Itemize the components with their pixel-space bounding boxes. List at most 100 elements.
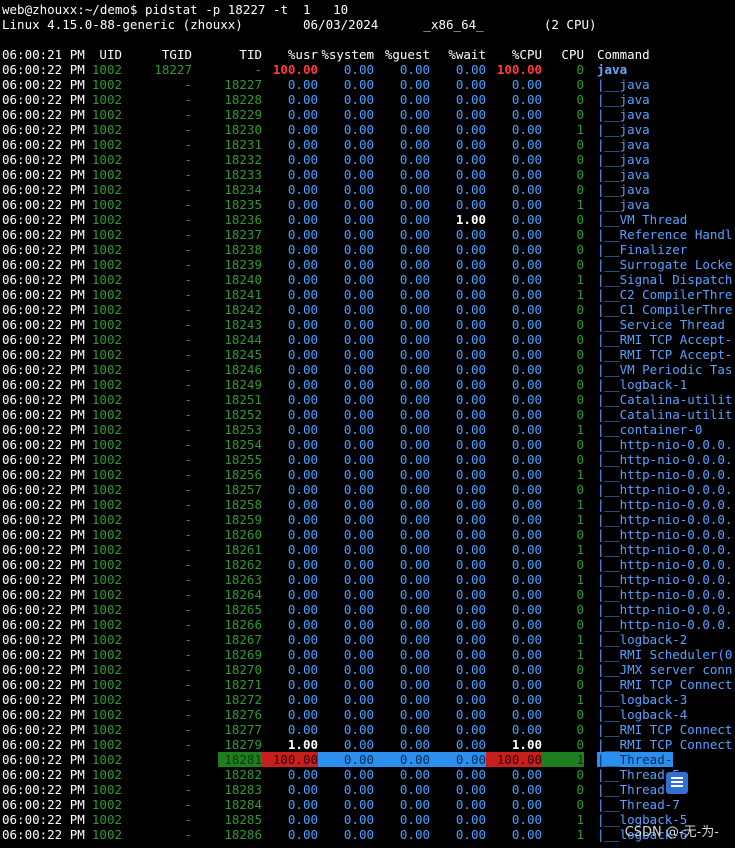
cell-command: |__RMI Scheduler(0 <box>597 647 733 662</box>
cell-system: 0.00 <box>343 497 374 512</box>
table-row: 06:00:22 PM 1002 - 18230 0.00 0.00 0.00 0.00 0.0… <box>0 122 735 137</box>
cell-pcpu: 0.00 <box>511 107 542 122</box>
cell-usr: 0.00 <box>287 707 318 722</box>
cell-usr: 0.00 <box>287 272 318 287</box>
cell-wait: 0.00 <box>455 467 486 482</box>
cell-guest: 0.00 <box>399 707 430 722</box>
header-usr: %usr <box>287 47 318 62</box>
cell-wait: 0.00 <box>455 512 486 527</box>
cell-command: |__java <box>597 152 650 167</box>
cell-tgid: - <box>184 77 192 92</box>
cell-tgid: - <box>184 257 192 272</box>
cell-time: 06:00:22 PM <box>2 197 85 212</box>
cell-command: |__java <box>597 197 650 212</box>
table-row: 06:00:22 PM 1002 - 18237 0.00 0.00 0.00 0.00 0.0… <box>0 227 735 242</box>
cell-cpu: 0 <box>576 167 584 182</box>
cell-cpu: 0 <box>576 527 584 542</box>
cell-guest: 0.00 <box>399 467 430 482</box>
cell-tgid: - <box>184 827 192 842</box>
header-command: Command <box>597 47 650 62</box>
cell-guest: 0.00 <box>399 242 430 257</box>
cell-tgid: - <box>184 587 192 602</box>
cell-pcpu: 0.00 <box>511 197 542 212</box>
cell-tid: 18245 <box>224 347 262 362</box>
cell-tid: 18267 <box>224 632 262 647</box>
cell-uid: 1002 <box>91 272 122 287</box>
cell-pcpu: 0.00 <box>511 227 542 242</box>
cell-system: 0.00 <box>343 782 374 797</box>
cell-tgid: - <box>184 722 192 737</box>
cell-tid: 18285 <box>224 812 262 827</box>
cell-tid: 18264 <box>224 587 262 602</box>
cell-system: 0.00 <box>343 482 374 497</box>
cell-cpu: 0 <box>576 347 584 362</box>
cell-tid: 18236 <box>224 212 262 227</box>
cell-wait: 0.00 <box>455 542 486 557</box>
cell-tgid: - <box>184 512 192 527</box>
table-row: 06:00:22 PM 1002 - 18266 0.00 0.00 0.00 0.00 0.0… <box>0 617 735 632</box>
cell-usr: 0.00 <box>287 137 318 152</box>
cell-pcpu: 0.00 <box>511 677 542 692</box>
cell-time: 06:00:22 PM <box>2 62 85 77</box>
cell-uid: 1002 <box>91 167 122 182</box>
cell-command: |__Thread-4 <box>597 752 673 767</box>
cell-system: 0.00 <box>343 692 374 707</box>
cell-time: 06:00:22 PM <box>2 662 85 677</box>
cell-wait: 0.00 <box>455 647 486 662</box>
cell-tid: 18256 <box>224 467 262 482</box>
table-row: 06:00:22 PM 1002 - 18234 0.00 0.00 0.00 0.00 0.0… <box>0 182 735 197</box>
table-row: 06:00:22 PM 1002 - 18255 0.00 0.00 0.00 0.00 0.0… <box>0 452 735 467</box>
table-row: 06:00:22 PM 1002 - 18244 0.00 0.00 0.00 0.00 0.0… <box>0 332 735 347</box>
cell-tid: 18251 <box>224 392 262 407</box>
cell-cpu: 1 <box>576 647 584 662</box>
cell-usr: 1.00 <box>287 737 318 752</box>
cell-system: 0.00 <box>343 272 374 287</box>
cell-system: 0.00 <box>343 167 374 182</box>
cell-guest: 0.00 <box>399 617 430 632</box>
cell-usr: 0.00 <box>287 257 318 272</box>
cell-command: |__logback-2 <box>597 632 688 647</box>
table-row: 06:00:22 PM 1002 - 18235 0.00 0.00 0.00 0.00 0.0… <box>0 197 735 212</box>
cell-uid: 1002 <box>91 782 122 797</box>
cell-pcpu: 0.00 <box>511 77 542 92</box>
cell-uid: 1002 <box>91 677 122 692</box>
cell-tid: 18261 <box>224 542 262 557</box>
cell-usr: 0.00 <box>287 587 318 602</box>
cell-tid: 18259 <box>224 512 262 527</box>
table-row: 06:00:22 PM 1002 - 18238 0.00 0.00 0.00 0.00 0.0… <box>0 242 735 257</box>
table-row: 06:00:22 PM 1002 - 18276 0.00 0.00 0.00 0.00 0.0… <box>0 707 735 722</box>
cell-command: |__java <box>597 122 650 137</box>
cell-uid: 1002 <box>91 212 122 227</box>
table-row: 06:00:22 PM 1002 - 18282 0.00 0.00 0.00 0.00 0.0… <box>0 767 735 782</box>
cell-usr: 0.00 <box>287 557 318 572</box>
cell-system: 0.00 <box>318 752 374 767</box>
cell-command: |__http-nio-0.0.0. <box>597 497 733 512</box>
cell-wait: 0.00 <box>455 257 486 272</box>
cell-uid: 1002 <box>91 242 122 257</box>
cell-pcpu: 0.00 <box>511 242 542 257</box>
cell-tid: 18281 <box>218 752 262 767</box>
cell-tid: 18257 <box>224 482 262 497</box>
cell-pcpu: 0.00 <box>511 467 542 482</box>
cell-tgid: - <box>184 647 192 662</box>
cell-time: 06:00:22 PM <box>2 692 85 707</box>
cell-pcpu: 0.00 <box>511 167 542 182</box>
cell-pcpu: 0.00 <box>511 392 542 407</box>
cell-tid: 18262 <box>224 557 262 572</box>
cell-uid: 1002 <box>91 302 122 317</box>
cell-uid: 1002 <box>91 797 122 812</box>
table-row: 06:00:22 PM 1002-18281 100.00 0.00 0.00 0.00 1… <box>0 752 735 767</box>
cell-pcpu: 0.00 <box>511 257 542 272</box>
cell-tid: 18237 <box>224 227 262 242</box>
cell-tid: 18255 <box>224 452 262 467</box>
cell-tgid: - <box>184 347 192 362</box>
cell-pcpu: 0.00 <box>511 722 542 737</box>
cell-pcpu: 100.00 <box>486 752 542 767</box>
cell-command: |__java <box>597 92 650 107</box>
cell-system: 0.00 <box>343 722 374 737</box>
cell-system: 0.00 <box>343 677 374 692</box>
terminal-window[interactable]: web@zhouxx:~/demo$ pidstat -p 18227 -t 1… <box>0 0 735 848</box>
cell-time: 06:00:22 PM <box>2 752 85 767</box>
header-time: 06:00:21 PM <box>2 47 85 62</box>
cell-tid: 18233 <box>224 167 262 182</box>
